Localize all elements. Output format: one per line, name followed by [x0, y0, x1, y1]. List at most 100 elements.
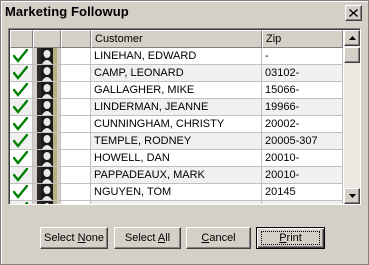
table-row[interactable]: GALLAGHER, MIKE 15066-: [10, 82, 343, 99]
checkmark-icon: [13, 100, 28, 114]
row-customer[interactable]: NGUYEN, TOM: [91, 184, 262, 201]
person-silhouette-icon: [37, 82, 57, 98]
row-zip[interactable]: 20002-: [262, 116, 343, 133]
row-zip[interactable]: 20010-: [262, 167, 343, 184]
checkmark-icon: [13, 185, 28, 199]
row-blank-cell: [61, 116, 91, 133]
table-row[interactable]: PAPPADEAUX, MARK 20010-: [10, 167, 343, 184]
row-icon-cell: [33, 65, 61, 82]
table-row[interactable]: [10, 201, 343, 204]
scroll-down-button[interactable]: [344, 188, 360, 204]
row-zip[interactable]: 15066-: [262, 82, 343, 99]
person-silhouette-icon: [37, 133, 57, 149]
row-icon-cell: [33, 150, 61, 167]
window-title: Marketing Followup: [5, 4, 129, 19]
select-all-label: Select All: [124, 232, 171, 244]
row-zip[interactable]: 20005-307: [262, 133, 343, 150]
row-check-cell[interactable]: [10, 201, 33, 204]
table-row[interactable]: HOWELL, DAN 20010-: [10, 150, 343, 167]
row-check-cell[interactable]: [10, 167, 33, 184]
person-silhouette-icon: [37, 201, 57, 204]
vertical-scrollbar[interactable]: [344, 30, 360, 204]
person-silhouette-icon: [37, 48, 57, 64]
checkmark-icon: [13, 49, 28, 63]
row-icon-cell: [33, 167, 61, 184]
row-blank-cell: [61, 48, 91, 65]
row-blank-cell: [61, 201, 91, 204]
person-silhouette-icon: [37, 150, 57, 166]
row-zip[interactable]: 20010-: [262, 150, 343, 167]
cancel-button[interactable]: Cancel: [186, 227, 251, 249]
row-customer[interactable]: CAMP, LEONARD: [91, 65, 262, 82]
row-customer[interactable]: GALLAGHER, MIKE: [91, 82, 262, 99]
close-icon: [349, 9, 358, 17]
row-blank-cell: [61, 150, 91, 167]
row-customer[interactable]: LINDERMAN, JEANNE: [91, 99, 262, 116]
person-silhouette-icon: [37, 99, 57, 115]
select-none-label: Select None: [44, 232, 104, 244]
close-button[interactable]: [345, 5, 362, 21]
scroll-up-arrow-icon: [349, 36, 356, 40]
scrollbar-thumb[interactable]: [344, 47, 360, 63]
row-check-cell[interactable]: [10, 65, 33, 82]
checkmark-icon: [13, 83, 28, 97]
row-blank-cell: [61, 65, 91, 82]
row-check-cell[interactable]: [10, 150, 33, 167]
header-blank-column[interactable]: [61, 30, 91, 48]
row-zip[interactable]: 19966-: [262, 99, 343, 116]
row-icon-cell: [33, 82, 61, 99]
header-check-column[interactable]: [10, 30, 33, 48]
row-blank-cell: [61, 82, 91, 99]
checkmark-icon: [13, 134, 28, 148]
row-zip[interactable]: 03102-: [262, 65, 343, 82]
customer-grid[interactable]: Customer Zip LINEHAN, EDWARD - CAMP, LEONA…: [8, 28, 361, 205]
row-icon-cell: [33, 116, 61, 133]
row-blank-cell: [61, 99, 91, 116]
row-customer[interactable]: CUNNINGHAM, CHRISTY: [91, 116, 262, 133]
row-icon-cell: [33, 201, 61, 204]
row-blank-cell: [61, 133, 91, 150]
table-row[interactable]: LINEHAN, EDWARD -: [10, 48, 343, 65]
header-customer[interactable]: Customer: [91, 30, 262, 48]
table-row[interactable]: CAMP, LEONARD 03102-: [10, 65, 343, 82]
grid-header: Customer Zip: [10, 30, 343, 48]
row-icon-cell: [33, 133, 61, 150]
table-row[interactable]: LINDERMAN, JEANNE 19966-: [10, 99, 343, 116]
header-icon-column[interactable]: [33, 30, 61, 48]
row-zip[interactable]: 20145: [262, 184, 343, 201]
row-icon-cell: [33, 48, 61, 65]
table-row[interactable]: NGUYEN, TOM 20145: [10, 184, 343, 201]
table-row[interactable]: TEMPLE, RODNEY 20005-307: [10, 133, 343, 150]
checkmark-icon: [13, 66, 28, 80]
header-zip[interactable]: Zip: [262, 30, 343, 48]
scroll-down-arrow-icon: [349, 194, 356, 198]
print-button[interactable]: Print: [256, 227, 325, 249]
row-icon-cell: [33, 99, 61, 116]
row-customer[interactable]: LINEHAN, EDWARD: [91, 48, 262, 65]
row-customer[interactable]: HOWELL, DAN: [91, 150, 262, 167]
row-zip[interactable]: [262, 201, 343, 204]
row-check-cell[interactable]: [10, 48, 33, 65]
cancel-label: Cancel: [201, 232, 236, 244]
row-zip[interactable]: -: [262, 48, 343, 65]
row-customer[interactable]: TEMPLE, RODNEY: [91, 133, 262, 150]
checkmark-icon: [13, 168, 28, 182]
row-blank-cell: [61, 184, 91, 201]
row-customer[interactable]: PAPPADEAUX, MARK: [91, 167, 262, 184]
checkmark-icon: [13, 117, 28, 131]
table-row[interactable]: CUNNINGHAM, CHRISTY 20002-: [10, 116, 343, 133]
row-customer[interactable]: [91, 201, 262, 204]
row-check-cell[interactable]: [10, 116, 33, 133]
scroll-up-button[interactable]: [344, 30, 360, 46]
person-silhouette-icon: [37, 184, 57, 200]
print-label: Print: [279, 232, 302, 244]
select-none-button[interactable]: Select None: [40, 227, 108, 249]
row-check-cell[interactable]: [10, 184, 33, 201]
select-all-button[interactable]: Select All: [114, 227, 181, 249]
row-check-cell[interactable]: [10, 133, 33, 150]
checkmark-icon: [13, 151, 28, 165]
person-silhouette-icon: [37, 167, 57, 183]
row-check-cell[interactable]: [10, 99, 33, 116]
row-icon-cell: [33, 184, 61, 201]
row-check-cell[interactable]: [10, 82, 33, 99]
